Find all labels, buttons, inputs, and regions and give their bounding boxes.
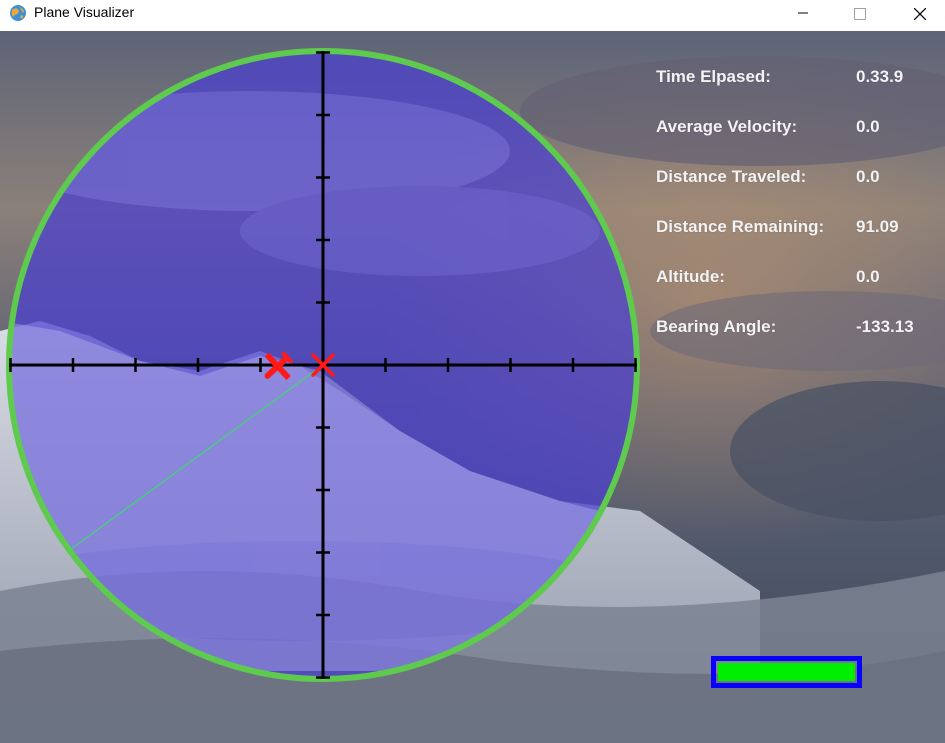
maximize-button[interactable]	[836, 0, 882, 31]
radar-display	[6, 48, 640, 682]
globe-icon	[10, 5, 26, 21]
minimize-icon	[798, 12, 808, 14]
window-title: Plane Visualizer	[34, 4, 135, 20]
close-button[interactable]	[896, 0, 942, 31]
maximize-icon	[854, 8, 866, 20]
visualizer-canvas: Time Elpased: 0.33.9 Average Velocity: 0…	[0, 31, 945, 743]
progress-fill	[718, 663, 855, 681]
scene-graphics	[0, 31, 945, 743]
title-bar: Plane Visualizer	[0, 0, 945, 31]
minimize-button[interactable]	[780, 0, 826, 31]
close-icon	[914, 8, 926, 20]
